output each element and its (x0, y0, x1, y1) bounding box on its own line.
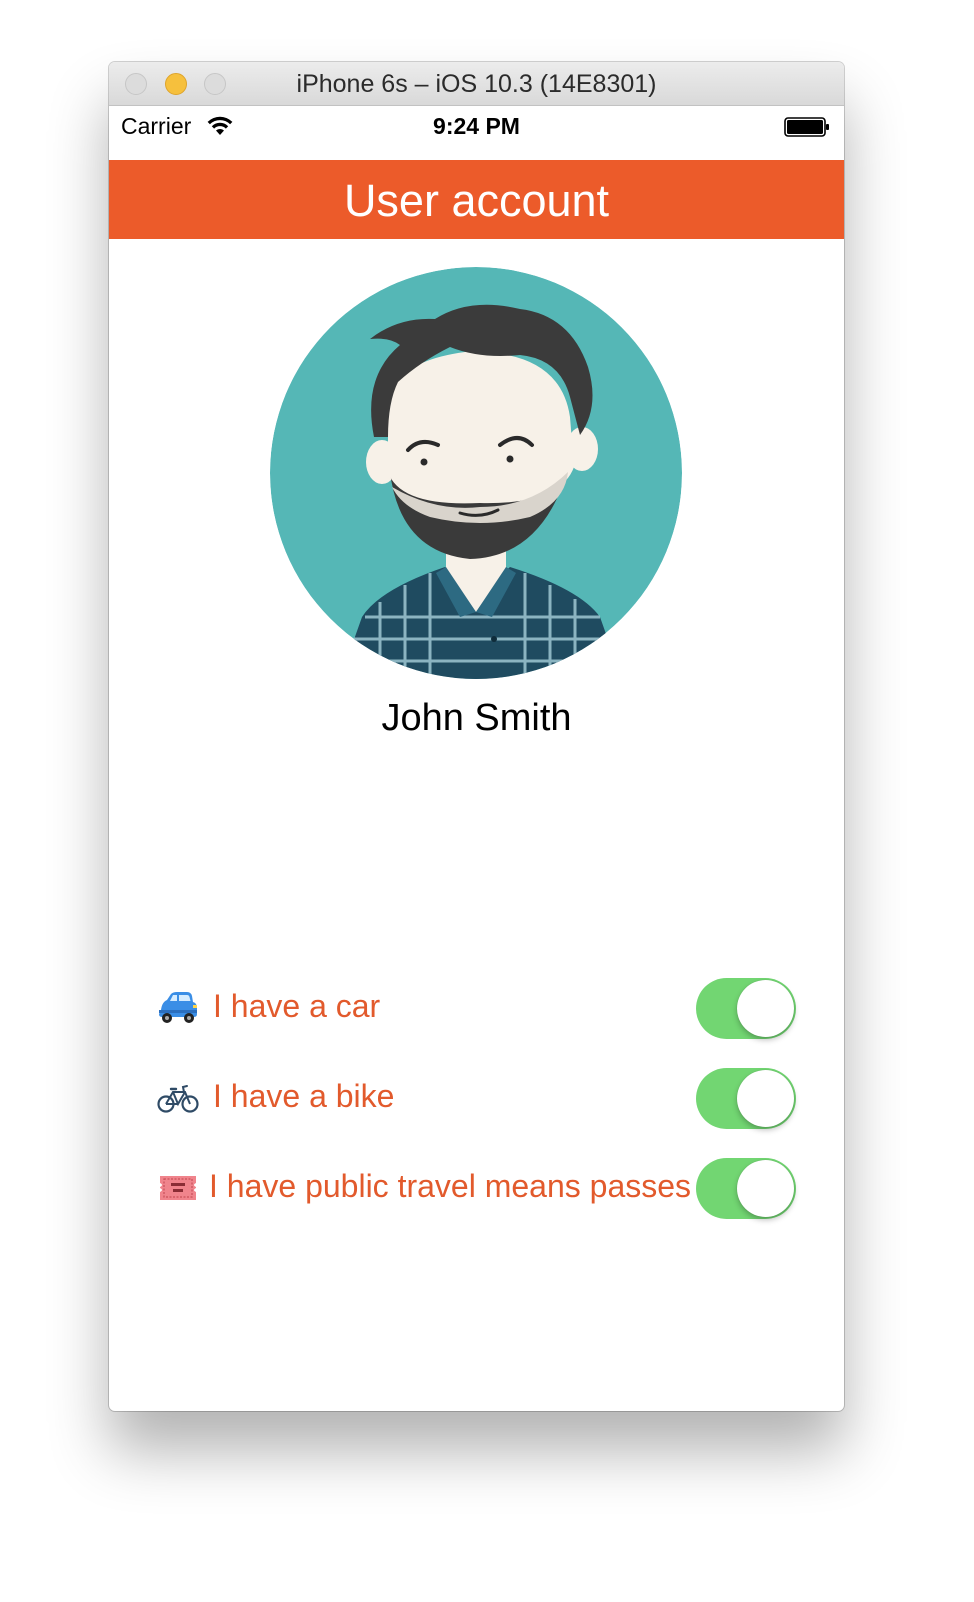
status-clock: 9:24 PM (433, 113, 520, 139)
toggle-knob (737, 1160, 794, 1217)
bike-toggle[interactable] (696, 1068, 796, 1129)
setting-row-bike: I have a bike (109, 1066, 844, 1130)
toggle-knob (737, 980, 794, 1037)
setting-row-car: I have a car (109, 976, 844, 1040)
setting-row-passes: I have public travel means passes (109, 1156, 844, 1220)
setting-label-bike: I have a bike (213, 1078, 395, 1114)
user-avatar (270, 267, 682, 679)
user-name: John Smith (381, 697, 572, 739)
bicycle-icon (157, 1085, 199, 1113)
window-titlebar: iPhone 6s – iOS 10.3 (14E8301) (109, 62, 844, 106)
setting-label-passes: I have public travel means passes (209, 1168, 692, 1204)
battery-full-icon (784, 117, 829, 137)
setting-label-car: I have a car (213, 988, 381, 1024)
page-title: User account (343, 175, 610, 226)
window-title: iPhone 6s – iOS 10.3 (14E8301) (296, 70, 657, 98)
ios-status-bar: Carrier 9:24 PM (109, 106, 844, 160)
simulator-window: iPhone 6s – iOS 10.3 (14E8301) Carrier 9… (109, 62, 844, 1411)
navigation-bar: User account (109, 160, 844, 239)
passes-toggle[interactable] (696, 1158, 796, 1219)
ticket-icon (160, 1176, 196, 1200)
toggle-knob (737, 1070, 794, 1127)
car-toggle[interactable] (696, 978, 796, 1039)
car-icon (159, 992, 197, 1023)
